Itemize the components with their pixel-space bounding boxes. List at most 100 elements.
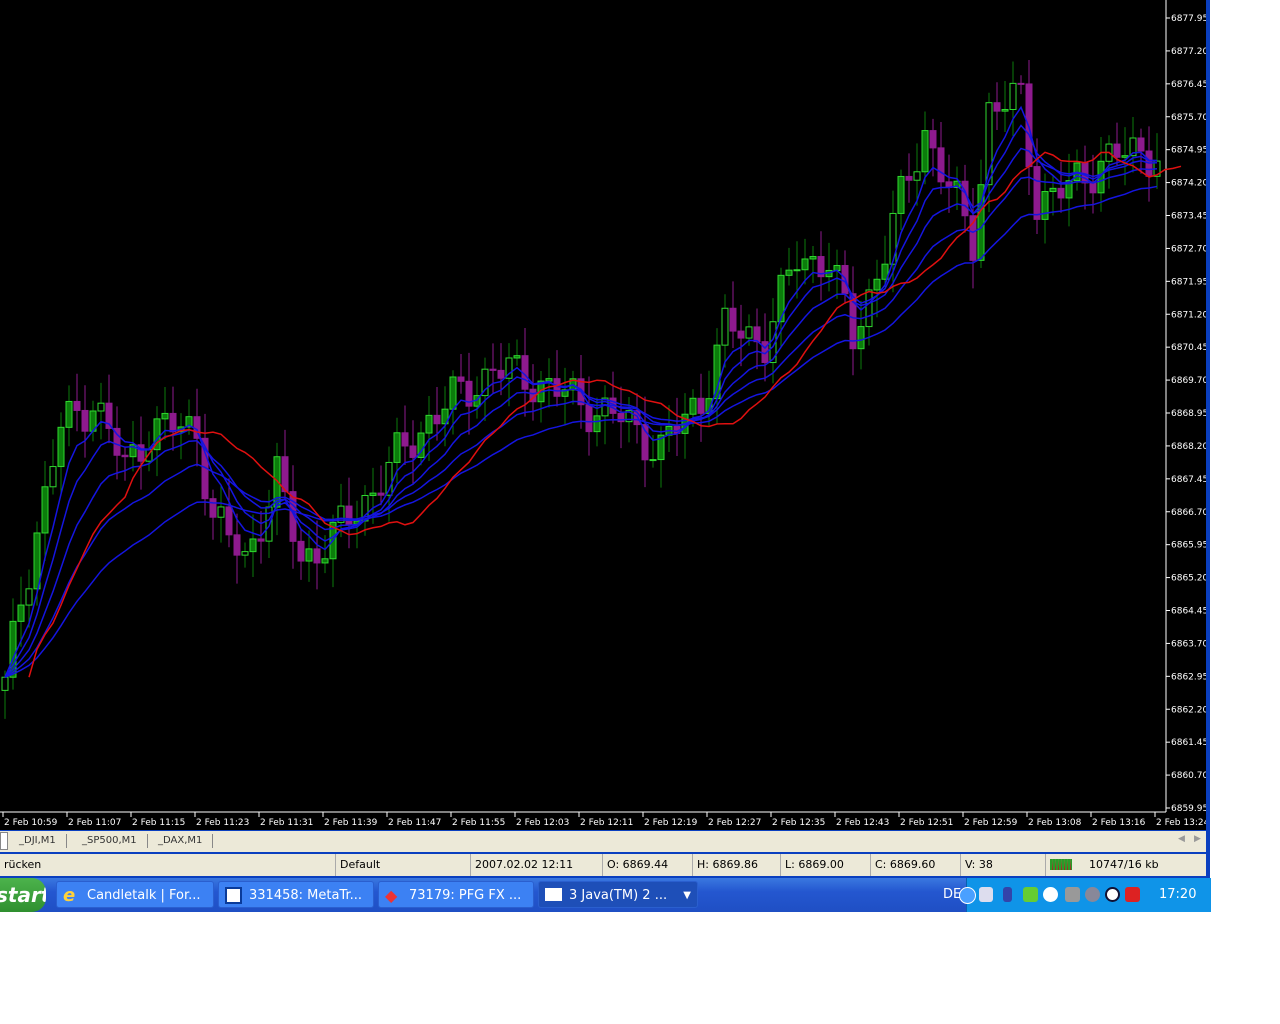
candle-up xyxy=(241,551,249,556)
scroll-right-icon[interactable]: ▶ xyxy=(1194,834,1201,844)
candle-up xyxy=(593,415,601,433)
time-tick-label: 2 Feb 12:27 xyxy=(708,818,761,828)
disk-icon[interactable] xyxy=(1105,887,1120,902)
chart-tabs: _DJI,M1 _SP500,M1 _DAX,M1 ◀ ▶ xyxy=(0,831,1206,852)
candle-down xyxy=(313,548,321,564)
candle-up xyxy=(305,548,313,562)
status-open: O: 6869.44 xyxy=(602,854,668,876)
box-icon[interactable] xyxy=(1065,887,1080,902)
candle-down xyxy=(409,445,417,458)
price-tick-label: 6871.95 xyxy=(1171,277,1206,287)
price-tick-label: 6877.20 xyxy=(1171,47,1206,57)
time-tick-label: 2 Feb 10:59 xyxy=(4,818,58,828)
status-datetime: 2007.02.02 12:11 xyxy=(470,854,573,876)
chart-canvas[interactable]: 6877.95 6877.20 6876.45 6875.70 6874.95 6874.… xyxy=(0,0,1206,830)
price-tick-label: 6865.20 xyxy=(1171,574,1206,584)
taskbar-item-metatrader[interactable]: 331458: MetaTr... xyxy=(218,881,374,908)
candle-up xyxy=(217,506,225,518)
candle-up xyxy=(785,269,793,276)
candle-up xyxy=(249,538,257,553)
candle-up xyxy=(369,492,377,496)
time-tick-label: 2 Feb 12:59 xyxy=(964,818,1018,828)
time-tick-label: 2 Feb 11:23 xyxy=(196,818,249,828)
candle-up xyxy=(1049,187,1057,193)
connection-bars-icon xyxy=(1045,854,1080,876)
time-tick-label: 2 Feb 13:08 xyxy=(1028,818,1082,828)
candle-up xyxy=(745,326,753,339)
price-tick-label: 6864.45 xyxy=(1171,607,1206,617)
candle-up xyxy=(809,256,817,260)
candle-down xyxy=(169,412,177,433)
time-tick-label: 2 Feb 12:03 xyxy=(516,818,569,828)
candle-up xyxy=(449,376,457,410)
candle-down xyxy=(209,498,217,518)
candle-up xyxy=(49,466,57,488)
candle-down xyxy=(697,397,705,414)
time-tick-label: 2 Feb 11:39 xyxy=(324,818,378,828)
candle-down xyxy=(729,307,737,332)
candle-up xyxy=(897,175,905,214)
scroll-left-icon[interactable]: ◀ xyxy=(1178,834,1185,844)
candle-down xyxy=(121,454,129,458)
cow-icon[interactable] xyxy=(1043,887,1058,902)
candle-down xyxy=(993,102,1001,112)
ati-icon[interactable] xyxy=(1125,887,1140,902)
time-tick-label: 2 Feb 11:15 xyxy=(132,818,185,828)
candle-up xyxy=(161,412,169,420)
window-icon xyxy=(545,888,562,901)
tab-dji[interactable]: _DJI,M1 xyxy=(9,834,67,848)
status-profile: Default xyxy=(335,854,380,876)
taskbar: start eCandletalk | For... 331458: MetaT… xyxy=(0,878,1211,912)
time-tick-label: 2 Feb 13:16 xyxy=(1092,818,1146,828)
price-tick-label: 6874.20 xyxy=(1171,179,1206,189)
candle-down xyxy=(377,492,385,496)
candle-down xyxy=(433,414,441,425)
price-chart[interactable]: 6877.95 6877.20 6876.45 6875.70 6874.95 6874.… xyxy=(0,0,1206,830)
price-tick-label: 6870.45 xyxy=(1171,343,1206,353)
candle-down xyxy=(905,175,913,181)
candle-down xyxy=(225,506,233,536)
candle-up xyxy=(97,402,105,412)
status-close: C: 6869.60 xyxy=(870,854,935,876)
price-tick-label: 6871.20 xyxy=(1171,310,1206,320)
show-hidden-icons[interactable] xyxy=(959,887,976,904)
battery-icon[interactable] xyxy=(1003,887,1012,902)
metatrader-icon xyxy=(225,887,242,904)
taskbar-item-java[interactable]: 3 Java(TM) 2 ... ▼ xyxy=(538,881,698,908)
candle-up xyxy=(1,676,9,691)
candle-up xyxy=(689,397,697,415)
start-button[interactable]: start xyxy=(0,878,46,912)
candle-up xyxy=(17,604,25,622)
candle-down xyxy=(1113,143,1121,158)
candle-up xyxy=(65,400,73,428)
candle-down xyxy=(497,369,505,379)
status-bar: rücken Default 2007.02.02 12:11 O: 6869.… xyxy=(0,854,1206,876)
time-tick-label: 2 Feb 11:47 xyxy=(388,818,441,828)
candle-up xyxy=(865,289,873,328)
time-tick-label: 2 Feb 12:19 xyxy=(644,818,698,828)
price-tick-label: 6868.95 xyxy=(1171,409,1206,419)
candle-up xyxy=(393,432,401,463)
system-tray: DE 17:20 xyxy=(943,878,1211,912)
candle-down xyxy=(753,326,761,343)
candle-up xyxy=(1009,82,1017,110)
tab-sp500[interactable]: _SP500,M1 xyxy=(72,834,148,848)
candle-down xyxy=(1057,187,1065,199)
tab-dax[interactable]: _DAX,M1 xyxy=(148,834,214,848)
time-tick-label: 2 Feb 12:51 xyxy=(900,818,953,828)
candle-up xyxy=(913,171,921,181)
time-tick-label: 2 Feb 12:11 xyxy=(580,818,633,828)
tab-active[interactable] xyxy=(0,832,8,850)
candle-up xyxy=(921,130,929,173)
candle-up xyxy=(801,258,809,271)
candle-up xyxy=(513,355,521,359)
price-tick-label: 6866.70 xyxy=(1171,508,1206,518)
chat-icon[interactable] xyxy=(1023,887,1038,902)
price-tick-label: 6861.45 xyxy=(1171,738,1206,748)
price-tick-label: 6877.95 xyxy=(1171,14,1206,24)
speaker-icon[interactable] xyxy=(1085,887,1100,902)
taskbar-item-candletalk[interactable]: e Candletalk | For... xyxy=(56,881,214,908)
network-icon[interactable] xyxy=(979,887,993,902)
candle-down xyxy=(457,376,465,382)
taskbar-item-pfg[interactable]: ◆ 73179: PFG FX ... xyxy=(378,881,534,908)
